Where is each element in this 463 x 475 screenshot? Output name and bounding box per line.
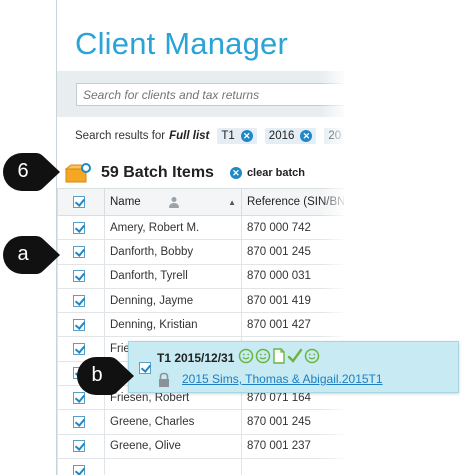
client-name-cell: Greene, Olive bbox=[104, 433, 242, 459]
table-row[interactable]: Amery, Robert M. 870 000 742 bbox=[57, 214, 344, 241]
reference-cell: 870 001 237 bbox=[241, 433, 344, 459]
table-row[interactable]: Greene, Charles 870 001 245 bbox=[57, 409, 344, 435]
callout-a: a bbox=[2, 235, 62, 280]
screenshot-canvas: Client Manager Search results for Full l… bbox=[0, 0, 463, 475]
row-checkbox[interactable] bbox=[73, 416, 85, 428]
client-name-cell: Greene, Charles bbox=[104, 409, 242, 435]
select-all-checkbox[interactable] bbox=[73, 195, 85, 208]
callout-label: b bbox=[91, 364, 103, 386]
row-checkbox[interactable] bbox=[73, 464, 85, 475]
reference-cell bbox=[241, 457, 344, 475]
client-name-cell bbox=[104, 457, 242, 475]
reference-cell: 870 001 245 bbox=[241, 239, 344, 265]
row-checkbox[interactable] bbox=[73, 343, 85, 356]
filter-chip-label: 20 bbox=[328, 130, 342, 142]
smiley-icon bbox=[255, 348, 271, 364]
row-checkbox[interactable] bbox=[73, 318, 85, 331]
reference-cell: 870 000 031 bbox=[241, 263, 344, 289]
filter-chip-label: 2016 bbox=[268, 130, 295, 142]
row-select-cell[interactable] bbox=[57, 239, 105, 265]
batch-count: 59 Batch Items bbox=[101, 164, 214, 181]
clear-batch-link[interactable]: clear batch bbox=[247, 167, 305, 179]
row-select-cell[interactable] bbox=[57, 433, 105, 459]
page-title: Client Manager bbox=[75, 26, 289, 61]
callout-label: 6 bbox=[17, 160, 29, 182]
document-icon bbox=[273, 348, 285, 364]
results-prefix: Search results for bbox=[75, 130, 166, 142]
row-checkbox[interactable] bbox=[73, 294, 85, 307]
return-status-icons bbox=[238, 348, 320, 364]
search-results-bar: Search results for Full list T1 ✕ 2016 ✕… bbox=[75, 127, 344, 145]
row-select-cell[interactable] bbox=[57, 263, 105, 289]
table-row[interactable]: Danforth, Tyrell 870 000 031 bbox=[57, 263, 344, 289]
person-icon bbox=[168, 196, 180, 208]
client-name-cell: Amery, Robert M. bbox=[104, 214, 242, 241]
client-name-cell: Denning, Jayme bbox=[104, 287, 242, 314]
row-select-cell[interactable] bbox=[57, 287, 105, 314]
checkmark-icon bbox=[287, 348, 303, 363]
reference-cell: 870 001 245 bbox=[241, 409, 344, 435]
row-checkbox[interactable] bbox=[73, 440, 85, 453]
column-header-name[interactable]: Name ▲ bbox=[104, 188, 242, 216]
table-row[interactable]: Greene, Olive 870 001 237 bbox=[57, 433, 344, 459]
return-title: T1 2015/12/31 bbox=[157, 351, 235, 365]
results-list-name: Full list bbox=[169, 130, 210, 142]
return-popup: T1 2015/12/31 2015 Sims, Thomas & Abigai… bbox=[128, 341, 459, 393]
client-name-cell: Denning, Kristian bbox=[104, 312, 242, 338]
reference-cell: 870 000 742 bbox=[241, 214, 344, 241]
row-select-cell[interactable] bbox=[57, 214, 105, 241]
select-all-cell[interactable] bbox=[57, 188, 105, 216]
client-name-cell: Danforth, Tyrell bbox=[104, 263, 242, 289]
table-row[interactable]: Denning, Kristian 870 001 427 bbox=[57, 312, 344, 338]
remove-filter-icon[interactable]: ✕ bbox=[300, 130, 313, 142]
batch-bar: 59 Batch Items ✕ clear batch bbox=[64, 161, 305, 185]
smiley-icon bbox=[304, 348, 320, 364]
table-row[interactable]: Denning, Jayme 870 001 419 bbox=[57, 287, 344, 314]
clear-batch-icon[interactable]: ✕ bbox=[229, 167, 242, 179]
row-select-cell[interactable] bbox=[57, 312, 105, 338]
callout-label: a bbox=[17, 243, 29, 265]
filter-chip-truncated: 20 bbox=[324, 128, 344, 144]
batch-box-icon bbox=[64, 163, 91, 183]
client-name-cell: Danforth, Bobby bbox=[104, 239, 242, 265]
column-header-label: Reference (SIN/BN bbox=[247, 196, 344, 208]
lock-icon bbox=[157, 372, 171, 393]
row-checkbox[interactable] bbox=[73, 245, 85, 258]
filter-chip-t1: T1 ✕ bbox=[217, 128, 257, 144]
client-manager-window: Client Manager Search results for Full l… bbox=[56, 0, 344, 475]
table-row[interactable] bbox=[57, 457, 344, 475]
search-input[interactable] bbox=[76, 83, 344, 106]
reference-cell: 870 001 419 bbox=[241, 287, 344, 314]
return-file-link[interactable]: 2015 Sims, Thomas & Abigail.2015T1 bbox=[182, 372, 383, 386]
callout-b: b bbox=[76, 356, 136, 401]
table-row[interactable]: Danforth, Bobby 870 001 245 bbox=[57, 239, 344, 265]
column-header-label: Name bbox=[110, 196, 141, 209]
row-checkbox[interactable] bbox=[73, 221, 85, 234]
row-select-cell[interactable] bbox=[57, 409, 105, 435]
row-select-cell[interactable] bbox=[57, 457, 105, 475]
smiley-icon bbox=[238, 348, 254, 364]
filter-chip-2016: 2016 ✕ bbox=[264, 128, 317, 144]
return-checkbox[interactable] bbox=[139, 362, 151, 374]
reference-cell: 870 001 427 bbox=[241, 312, 344, 338]
callout-6: 6 bbox=[2, 152, 62, 197]
remove-filter-icon[interactable]: ✕ bbox=[240, 130, 253, 142]
column-header-reference[interactable]: Reference (SIN/BN bbox=[241, 188, 344, 216]
sort-ascending-icon[interactable]: ▲ bbox=[228, 198, 236, 207]
filter-chip-label: T1 bbox=[221, 130, 235, 142]
row-checkbox[interactable] bbox=[73, 270, 85, 283]
table-header-row: Name ▲ Reference (SIN/BN bbox=[57, 188, 344, 216]
client-table: Name ▲ Reference (SIN/BN Amery, Robert M… bbox=[57, 188, 344, 475]
